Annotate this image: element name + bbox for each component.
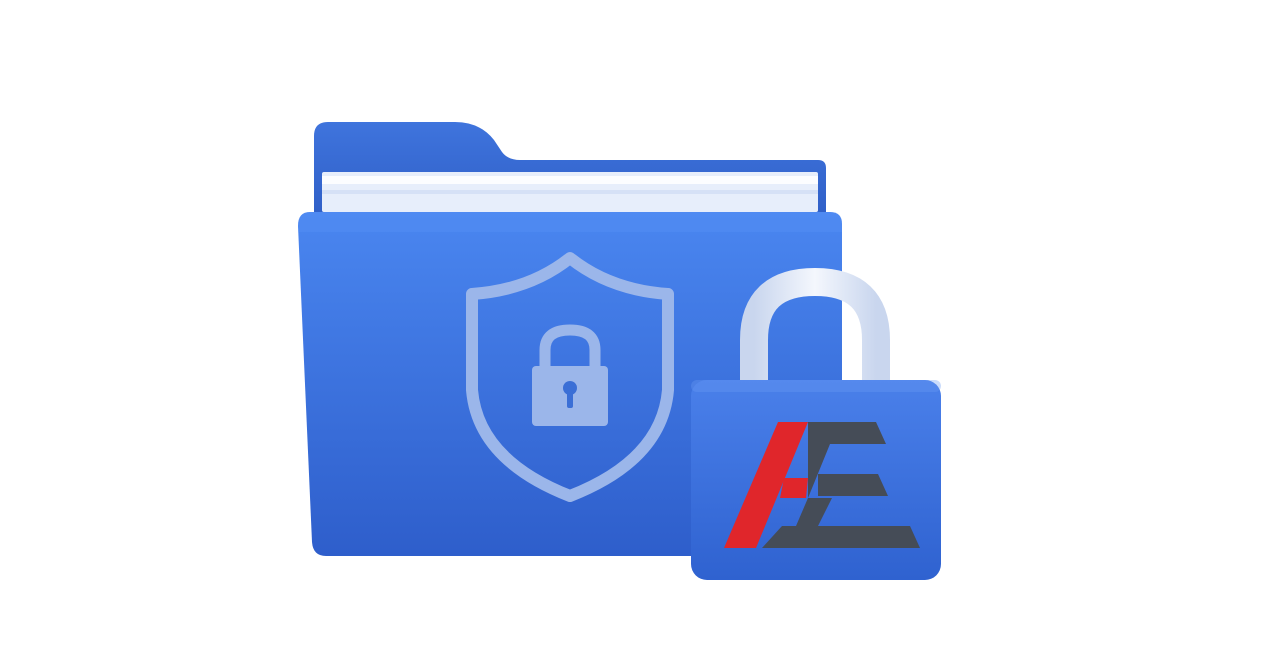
secure-folder-illustration bbox=[298, 122, 941, 580]
illustration-canvas bbox=[0, 0, 1280, 669]
